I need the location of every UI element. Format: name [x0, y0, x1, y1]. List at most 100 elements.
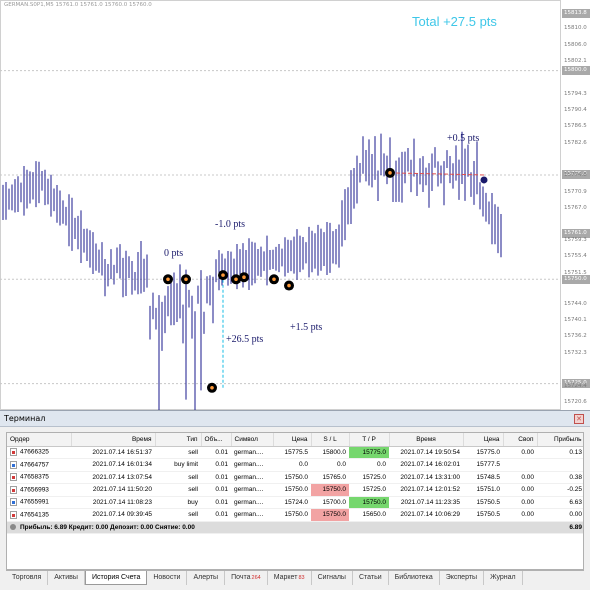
sell-order-icon	[10, 473, 17, 482]
cell-close-price: 15777.5	[463, 458, 503, 472]
tab-label: Торговля	[12, 574, 42, 581]
column-header-type[interactable]: Тип	[155, 433, 202, 447]
close-icon[interactable]: ✕	[574, 414, 584, 424]
tab-label: Статьи	[358, 574, 382, 581]
chart-frame	[0, 0, 561, 410]
cell-time: 2021.07.14 16:51:37	[71, 446, 155, 459]
price-level-label: 15782.6	[564, 139, 587, 146]
price-level-label: 15794.3	[564, 90, 587, 97]
table-row[interactable]: 47655991 2021.07.14 11:08:23 buy 0.01 german…	[7, 496, 583, 509]
column-header-stop-loss[interactable]: S / L	[311, 433, 350, 447]
cell-order: 47656993	[7, 483, 71, 497]
price-level-label: 15750.0	[562, 274, 590, 284]
table-row[interactable]: 47666325 2021.07.14 16:51:37 sell 0.01 germa…	[7, 446, 583, 459]
cell-tp: 15650.0	[349, 508, 389, 522]
buy-order-icon	[10, 460, 17, 469]
column-header-take-profit[interactable]: T / P	[349, 433, 390, 447]
trade-points-label: 0 pts	[164, 248, 184, 259]
trade-marker-dot	[272, 277, 276, 282]
cell-close-time: 2021.07.14 10:06:29	[389, 508, 463, 522]
cell-tp: 15725.0	[349, 483, 389, 497]
column-header-volume[interactable]: Объ...	[201, 433, 232, 447]
tab-10[interactable]: Эксперты	[440, 571, 485, 585]
cell-price: 15775.5	[273, 446, 311, 459]
tab-8[interactable]: Статьи	[353, 571, 389, 585]
price-chart[interactable]: GERMAN.S0P1,M5 15761.0 15761.0 15760.0 1…	[0, 0, 590, 410]
cell-tp: 15725.0	[349, 471, 389, 484]
terminal-title: Терминал	[4, 414, 46, 423]
app-window: GERMAN.S0P1,M5 15761.0 15761.0 15760.0 1…	[0, 0, 590, 590]
price-level-label: 15740.1	[564, 317, 587, 324]
column-header-open-price[interactable]: Цена	[273, 433, 312, 447]
tab-label: Эксперты	[445, 574, 478, 581]
tab-label: Журнал	[490, 574, 516, 581]
sell-order-icon	[10, 485, 17, 494]
tab-4[interactable]: Алерты	[187, 571, 226, 585]
tab-5[interactable]: Почта264	[225, 571, 268, 585]
cell-close-time: 2021.07.14 11:23:35	[389, 496, 463, 509]
price-level-label: 15720.6	[564, 398, 587, 405]
tab-label: Сигналы	[317, 574, 346, 581]
sell-order-icon	[10, 448, 17, 457]
trade-points-label: +26.5 pts	[226, 334, 264, 345]
tab-0[interactable]: Торговля	[6, 571, 49, 585]
tab-6[interactable]: Маркет83	[268, 571, 312, 585]
column-header-close-price[interactable]: Цена	[463, 433, 504, 447]
table-row[interactable]: 47654135 2021.07.14 09:39:45 sell 0.01 germa…	[7, 508, 583, 522]
cell-volume: 0.01	[201, 446, 231, 459]
cell-tp: 0.0	[349, 458, 389, 472]
tab-label: Библиотека	[394, 574, 433, 581]
cell-type: sell	[155, 446, 201, 459]
cell-symbol: german....	[231, 446, 273, 459]
tab-label: Алерты	[193, 574, 219, 581]
table-row[interactable]: 47664757 2021.07.14 16:01:34 buy limit 0.01…	[7, 458, 583, 472]
cell-swap: 0.00	[503, 471, 537, 484]
price-level-label: 15813.8	[562, 8, 590, 18]
summary-icon	[10, 524, 16, 531]
cell-volume: 0.01	[201, 496, 231, 509]
chart-canvas[interactable]	[0, 0, 590, 410]
cell-type: sell	[155, 508, 201, 522]
cell-symbol: german....	[231, 496, 273, 509]
trade-close-marker	[480, 176, 488, 184]
price-level-label: 15786.5	[564, 123, 587, 130]
column-header-close-time[interactable]: Время	[389, 433, 464, 447]
tab-7[interactable]: Сигналы	[312, 571, 353, 585]
cell-close-time: 2021.07.14 13:31:00	[389, 471, 463, 484]
tab-label: Маркет	[273, 574, 298, 581]
cell-order: 47658375	[7, 471, 71, 484]
cell-type: sell	[155, 471, 201, 484]
table-row[interactable]: 47656993 2021.07.14 11:50:20 sell 0.01 germa…	[7, 483, 583, 497]
tab-badge: 264	[251, 575, 261, 581]
tab-9[interactable]: Библиотека	[389, 571, 440, 585]
buy-order-icon	[10, 498, 17, 507]
tab-2[interactable]: История Счета	[84, 571, 148, 585]
column-header-order[interactable]: Ордер	[7, 433, 72, 447]
cell-time: 2021.07.14 11:50:20	[71, 483, 155, 497]
cell-close-price: 15775.0	[463, 446, 503, 459]
column-header-swap[interactable]: Своп	[503, 433, 538, 447]
trade-marker-dot	[388, 171, 392, 175]
tab-1[interactable]: Активы	[48, 571, 85, 585]
price-level-label: 15802.1	[564, 58, 587, 65]
column-header-profit[interactable]: Прибыль	[537, 433, 583, 447]
tab-3[interactable]: Новости	[147, 571, 188, 585]
cell-price: 15724.0	[273, 496, 311, 509]
cell-tp: 15750.0	[349, 496, 389, 509]
tab-badge: 83	[298, 575, 305, 581]
price-level-label: 15774.8	[564, 172, 587, 179]
cell-swap: 0.00	[503, 446, 537, 459]
summary-total: 6.89	[537, 520, 583, 534]
table-row[interactable]: 47658375 2021.07.14 13:07:54 sell 0.01 germa…	[7, 471, 583, 484]
summary-row: Прибыль: 6.89 Кредит: 0.00 Депозит: 0.00…	[7, 520, 583, 534]
history-table[interactable]: Ордер Время Тип Объ... Символ Цена S / L…	[6, 432, 584, 570]
trade-points-label: +0.5 pts	[447, 133, 480, 144]
tab-11[interactable]: Журнал	[484, 571, 523, 585]
column-header-open-time[interactable]: Время	[71, 433, 156, 447]
cell-type: buy limit	[155, 458, 201, 472]
cell-price: 15750.0	[273, 471, 311, 484]
price-level-label: 15759.3	[564, 236, 587, 243]
price-level-label: 15744.0	[564, 300, 587, 307]
terminal-tabs: Торговля Активы История Счета Новости Алерты…	[6, 570, 584, 585]
column-header-symbol[interactable]: Символ	[231, 433, 274, 447]
